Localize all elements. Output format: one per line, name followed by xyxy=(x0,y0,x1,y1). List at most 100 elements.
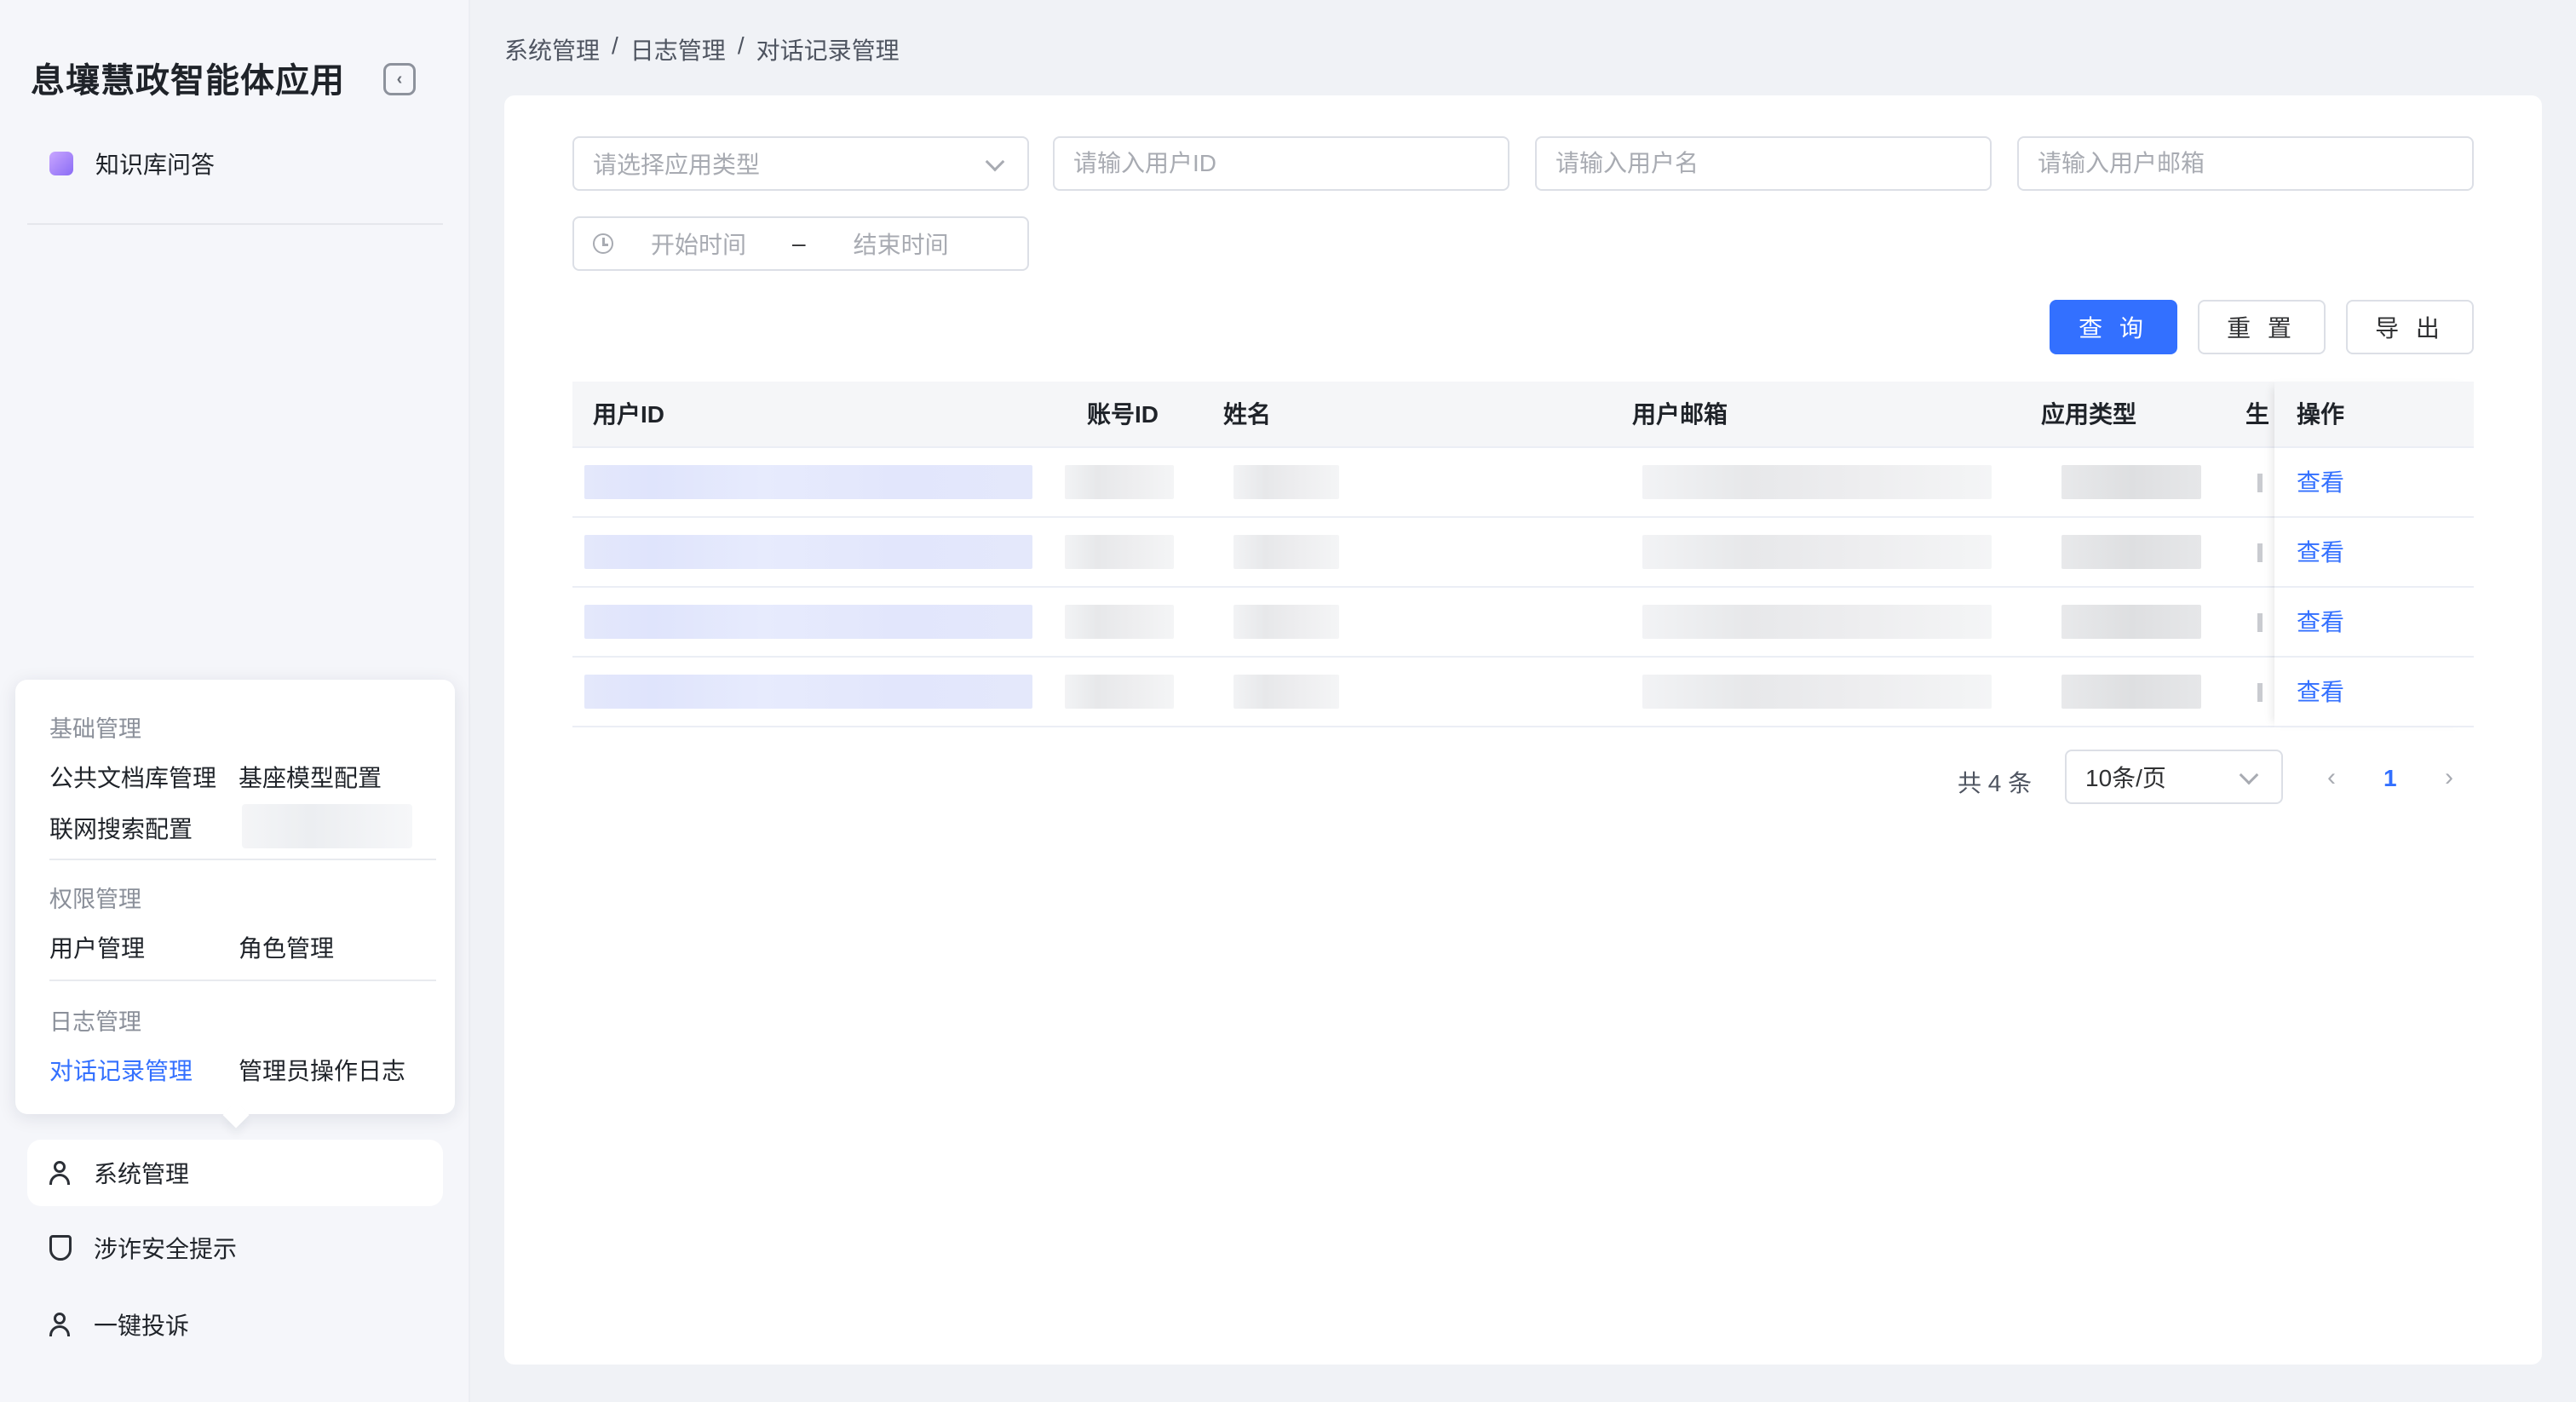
redacted-user-id xyxy=(584,535,1032,569)
truncated-cell xyxy=(2257,543,2263,562)
query-button[interactable]: 查 询 xyxy=(2050,300,2177,354)
breadcrumb: 系统管理 / 日志管理 / 对话记录管理 xyxy=(504,32,900,66)
sidebar-item-system-management[interactable]: 系统管理 xyxy=(27,1140,443,1206)
redacted-name xyxy=(1233,605,1339,639)
sidebar-item-knowledge-base[interactable]: 知识库问答 xyxy=(31,141,443,186)
menu-divider xyxy=(49,980,436,981)
menu-item-web-search-config[interactable]: 联网搜索配置 xyxy=(49,811,193,845)
column-header-user-id: 用户ID xyxy=(593,401,665,428)
table-row[interactable] xyxy=(572,448,2474,518)
table-row[interactable] xyxy=(572,588,2474,658)
view-link[interactable]: 查看 xyxy=(2274,518,2474,588)
redacted-user-id xyxy=(584,675,1032,709)
view-link[interactable]: 查看 xyxy=(2274,658,2474,727)
app-type-placeholder: 请选择应用类型 xyxy=(593,152,761,178)
redacted-account-id xyxy=(1065,675,1174,709)
page-size-select[interactable]: 10条/页 xyxy=(2065,750,2283,804)
view-link[interactable]: 查看 xyxy=(2274,448,2474,518)
menu-group-title-basic: 基础管理 xyxy=(49,716,141,742)
breadcrumb-item-system[interactable]: 系统管理 xyxy=(504,32,600,66)
view-link[interactable]: 查看 xyxy=(2274,588,2474,658)
column-header-truncated: 生 xyxy=(2245,401,2270,428)
chevron-left-icon[interactable]: ‹ xyxy=(2327,765,2336,790)
redacted-name xyxy=(1233,675,1339,709)
conversation-table: 用户ID 账号ID 姓名 用户邮箱 应用类型 生 操作 查看 查看 查看 查看 xyxy=(572,382,2474,727)
app-title: 息壤慧政智能体应用 xyxy=(31,62,345,100)
email-input-wrapper xyxy=(2017,136,2474,191)
menu-item-base-model-config[interactable]: 基座模型配置 xyxy=(239,760,382,794)
collapse-sidebar-icon[interactable]: ‹ xyxy=(383,63,416,95)
sidebar-item-label: 系统管理 xyxy=(94,1161,190,1187)
reset-button[interactable]: 重 置 xyxy=(2198,300,2326,354)
sidebar-divider xyxy=(27,223,443,225)
page-size-value: 10条/页 xyxy=(2085,765,2166,791)
clock-icon xyxy=(593,233,613,254)
system-management-popover: 基础管理 公共文档库管理 基座模型配置 联网搜索配置 权限管理 用户管理 角色管… xyxy=(15,680,455,1114)
pagination-page-current[interactable]: 1 xyxy=(2383,765,2397,792)
chevron-down-icon xyxy=(2239,765,2259,785)
menu-item-admin-operation-log[interactable]: 管理员操作日志 xyxy=(239,1053,405,1087)
username-input-wrapper xyxy=(1535,136,1992,191)
column-header-app-type: 应用类型 xyxy=(2041,401,2137,428)
table-header: 用户ID 账号ID 姓名 用户邮箱 应用类型 生 xyxy=(572,382,2474,448)
breadcrumb-separator: / xyxy=(612,32,618,59)
column-header-actions: 操作 xyxy=(2274,382,2474,448)
sidebar-item-label: 一键投诉 xyxy=(94,1313,190,1339)
sidebar-item-label: 知识库问答 xyxy=(95,152,216,178)
shield-icon xyxy=(48,1235,73,1261)
redacted-email xyxy=(1642,605,1992,639)
truncated-cell xyxy=(2257,474,2263,492)
sidebar-item-complaint[interactable]: 一键投诉 xyxy=(27,1295,443,1354)
complaint-icon xyxy=(48,1312,73,1337)
menu-item-redacted xyxy=(242,804,412,848)
export-button[interactable]: 导 出 xyxy=(2346,300,2474,354)
app-type-select[interactable]: 请选择应用类型 xyxy=(572,136,1029,191)
redacted-name xyxy=(1233,465,1339,499)
user-settings-icon xyxy=(48,1160,73,1186)
redacted-email xyxy=(1642,465,1992,499)
sidebar: 息壤慧政智能体应用 ‹ 知识库问答 基础管理 公共文档库管理 基座模型配置 联网… xyxy=(0,0,470,1402)
breadcrumb-item-log[interactable]: 日志管理 xyxy=(630,32,726,66)
redacted-app-type xyxy=(2061,535,2201,569)
menu-item-conversation-records[interactable]: 对话记录管理 xyxy=(49,1053,193,1087)
redacted-user-id xyxy=(584,465,1032,499)
menu-item-role-management[interactable]: 角色管理 xyxy=(239,930,334,964)
truncated-cell xyxy=(2257,683,2263,702)
chevron-down-icon xyxy=(985,152,1005,172)
breadcrumb-item-current: 对话记录管理 xyxy=(756,37,900,64)
redacted-user-id xyxy=(584,605,1032,639)
redacted-account-id xyxy=(1065,535,1174,569)
truncated-cell xyxy=(2257,613,2263,632)
column-header-email: 用户邮箱 xyxy=(1632,401,1728,428)
table-row[interactable] xyxy=(572,518,2474,588)
app-root: 息壤慧政智能体应用 ‹ 知识库问答 基础管理 公共文档库管理 基座模型配置 联网… xyxy=(0,0,2576,1402)
username-input[interactable] xyxy=(1555,138,1990,189)
column-header-name: 姓名 xyxy=(1223,401,1272,428)
sidebar-item-label: 涉诈安全提示 xyxy=(94,1236,238,1262)
table-row[interactable] xyxy=(572,658,2474,727)
user-id-input[interactable] xyxy=(1073,138,1508,189)
chevron-right-icon[interactable]: › xyxy=(2445,765,2453,790)
redacted-account-id xyxy=(1065,465,1174,499)
range-separator: – xyxy=(792,230,806,256)
breadcrumb-separator: / xyxy=(737,32,745,59)
menu-group-title-log: 日志管理 xyxy=(49,1009,141,1035)
date-range-picker[interactable]: 开始时间 – 结束时间 xyxy=(572,216,1029,271)
redacted-app-type xyxy=(2061,675,2201,709)
knowledge-base-icon xyxy=(49,152,73,175)
menu-group-title-permission: 权限管理 xyxy=(49,887,141,912)
redacted-app-type xyxy=(2061,605,2201,639)
user-id-input-wrapper xyxy=(1053,136,1509,191)
sidebar-item-fraud-alert[interactable]: 涉诈安全提示 xyxy=(27,1218,443,1278)
menu-item-public-doc-library[interactable]: 公共文档库管理 xyxy=(49,760,216,794)
column-header-account-id: 账号ID xyxy=(1087,401,1159,428)
pagination-total: 共 4 条 xyxy=(1958,770,2033,796)
redacted-account-id xyxy=(1065,605,1174,639)
end-time-placeholder[interactable]: 结束时间 xyxy=(854,227,949,261)
email-input[interactable] xyxy=(2038,138,2472,189)
redacted-name xyxy=(1233,535,1339,569)
start-time-placeholder[interactable]: 开始时间 xyxy=(651,227,746,261)
fixed-action-column: 操作 查看 查看 查看 查看 xyxy=(2274,382,2474,727)
main-card: 请选择应用类型 开始时间 – 结束时间 查 询 重 置 导 出 用户ID 账号I… xyxy=(504,95,2542,1365)
menu-item-user-management[interactable]: 用户管理 xyxy=(49,930,145,964)
